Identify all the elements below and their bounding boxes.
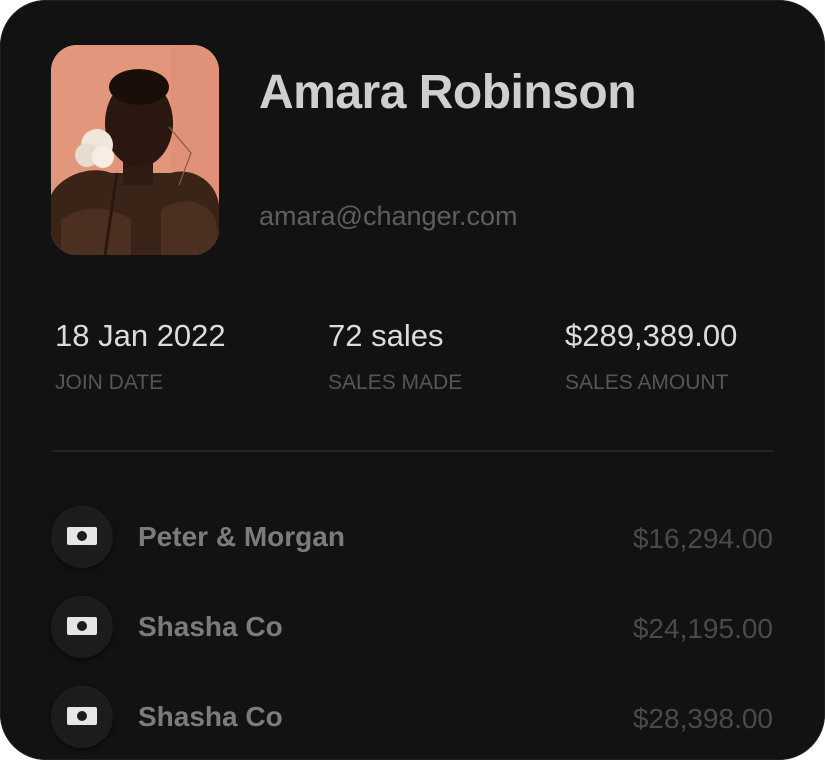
- profile-card: Amara Robinson amara@changer.com 18 Jan …: [0, 0, 825, 760]
- stat-sales-made: 72 sales SALES MADE: [328, 316, 462, 396]
- transaction-name: Peter & Morgan: [138, 521, 345, 552]
- stat-join-date: 18 Jan 2022 JOIN DATE: [55, 316, 226, 396]
- stat-label: SALES AMOUNT: [565, 371, 729, 394]
- profile-name: Amara Robinson: [259, 66, 637, 119]
- profile-email[interactable]: amara@changer.com: [259, 199, 518, 233]
- transaction-amount: $16,294.00: [632, 523, 773, 554]
- transaction-name: Shasha Co: [138, 701, 283, 732]
- transaction-row[interactable]: Shasha Co $28,398.00: [51, 686, 773, 748]
- transaction-amount: $24,195.00: [632, 613, 773, 644]
- avatar: [51, 45, 219, 255]
- stat-label: JOIN DATE: [55, 371, 164, 394]
- stat-value: 18 Jan 2022: [55, 318, 226, 353]
- transaction-row[interactable]: Peter & Morgan $16,294.00: [51, 506, 773, 568]
- stat-sales-amount: $289,389.00 SALES AMOUNT: [565, 316, 737, 396]
- transaction-amount: $28,398.00: [632, 703, 773, 734]
- banknote-icon: [51, 686, 113, 748]
- stat-label: SALES MADE: [328, 371, 463, 394]
- transaction-row[interactable]: Shasha Co $24,195.00: [51, 596, 773, 658]
- banknote-icon: [51, 506, 113, 568]
- banknote-icon: [51, 596, 113, 658]
- divider: [53, 450, 773, 452]
- stat-value: $289,389.00: [565, 318, 738, 353]
- stat-value: 72 sales: [328, 318, 444, 353]
- transaction-name: Shasha Co: [138, 611, 283, 642]
